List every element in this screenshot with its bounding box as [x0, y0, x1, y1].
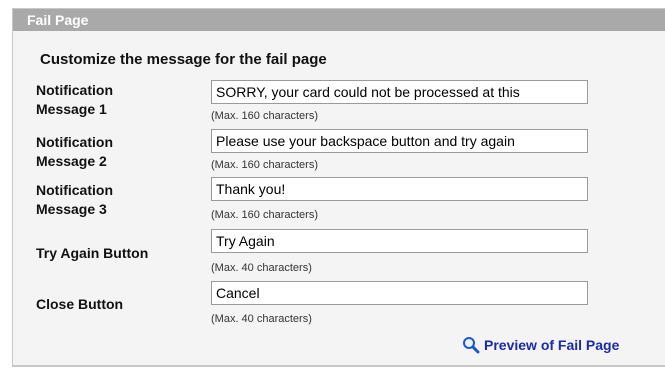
notification-message-3-field[interactable]: Thank you! — [211, 177, 588, 201]
label-line: Close Button — [36, 296, 124, 312]
notification-message-2-hint: (Max. 160 characters) — [211, 159, 318, 171]
label-line: Notification — [36, 134, 113, 150]
preview-fail-page-text: Preview of Fail Page — [484, 337, 620, 353]
panel-bottom-border — [12, 366, 665, 367]
notification-message-1-hint: (Max. 160 characters) — [211, 110, 318, 122]
panel-header: Fail Page — [13, 9, 665, 31]
notification-message-3-label: Notification Message 3 — [36, 181, 113, 219]
label-line: Message 2 — [36, 153, 107, 169]
notification-message-2-label: Notification Message 2 — [36, 133, 113, 171]
panel-header-title: Fail Page — [27, 12, 89, 28]
close-button-field[interactable]: Cancel — [211, 281, 588, 305]
label-line: Message 3 — [36, 201, 107, 217]
try-again-button-label: Try Again Button — [36, 244, 148, 263]
label-line: Notification — [36, 182, 113, 198]
magnifier-icon — [462, 336, 480, 354]
close-button-label: Close Button — [36, 295, 123, 314]
close-button-hint: (Max. 40 characters) — [211, 313, 312, 325]
label-line: Notification — [36, 82, 113, 98]
try-again-button-hint: (Max. 40 characters) — [211, 262, 312, 274]
section-title: Customize the message for the fail page — [40, 51, 327, 68]
label-line: Try Again Button — [36, 245, 149, 261]
notification-message-3-hint: (Max. 160 characters) — [211, 209, 318, 221]
try-again-button-field[interactable]: Try Again — [211, 229, 588, 253]
notification-message-1-label: Notification Message 1 — [36, 81, 113, 119]
notification-message-1-field[interactable]: SORRY, your card could not be processed … — [211, 80, 588, 104]
notification-message-2-field[interactable]: Please use your backspace button and try… — [211, 129, 588, 153]
label-line: Message 1 — [36, 101, 107, 117]
preview-fail-page-link[interactable]: Preview of Fail Page — [462, 336, 619, 354]
